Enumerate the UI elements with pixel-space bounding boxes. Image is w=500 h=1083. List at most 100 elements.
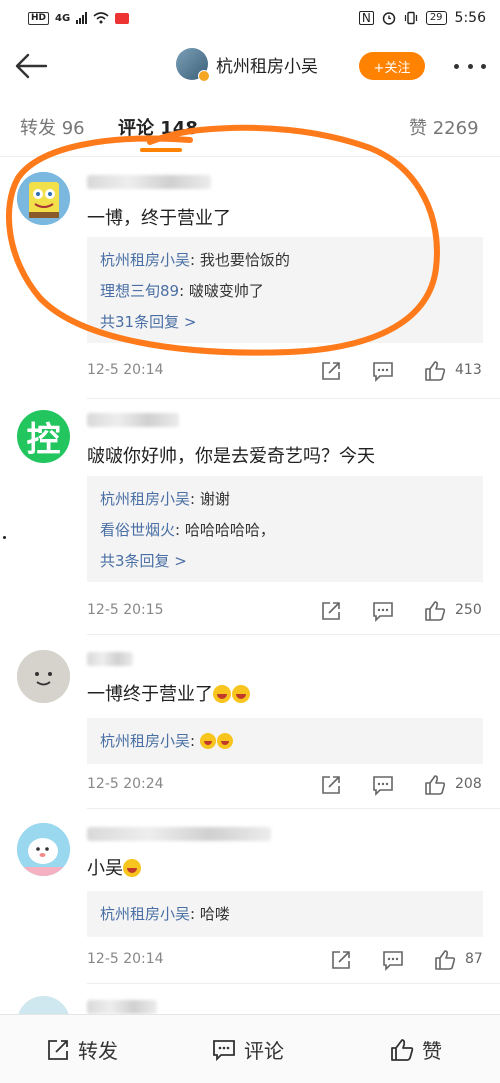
divider bbox=[87, 398, 500, 399]
like-count: 250 bbox=[455, 602, 482, 618]
reply-text: : bbox=[190, 732, 200, 750]
repost-icon[interactable] bbox=[320, 360, 342, 382]
tab-comments[interactable]: 评论 148 bbox=[118, 114, 198, 140]
like-count: 87 bbox=[465, 951, 483, 967]
reply-text: : 哈喽 bbox=[190, 905, 230, 923]
username-blurred bbox=[87, 175, 211, 189]
like-count: 413 bbox=[455, 362, 482, 378]
comment-footer: 12-5 20:14 87 bbox=[0, 947, 500, 975]
like-button[interactable]: 赞 bbox=[390, 1035, 442, 1064]
repost-button[interactable]: 转发 bbox=[46, 1035, 118, 1064]
comment-icon[interactable] bbox=[382, 949, 404, 971]
reply-author[interactable]: 理想三旬89 bbox=[100, 282, 179, 300]
reply-item: 看俗世烟火: 哈哈哈哈哈， bbox=[100, 515, 470, 546]
avatar[interactable] bbox=[17, 172, 70, 225]
repost-icon bbox=[48, 1039, 68, 1060]
laughing-emoji-icon bbox=[232, 685, 250, 703]
reply-author[interactable]: 杭州租房小吴 bbox=[100, 251, 190, 269]
like-icon[interactable] bbox=[434, 949, 456, 971]
reply-author[interactable]: 看俗世烟火 bbox=[100, 521, 175, 539]
back-arrow-icon[interactable] bbox=[14, 52, 48, 80]
comment-icon[interactable] bbox=[372, 600, 394, 622]
divider bbox=[87, 983, 500, 984]
tab-bar: 转发 96 评论 148 赞 2269 bbox=[0, 100, 500, 156]
page-title: 杭州租房小吴 bbox=[216, 56, 318, 77]
tab-likes[interactable]: 赞 2269 bbox=[409, 114, 479, 140]
reply-box[interactable]: 杭州租房小吴: bbox=[87, 718, 483, 764]
spongebob-icon bbox=[17, 172, 70, 225]
profile-header[interactable]: 杭州租房小吴 bbox=[176, 48, 318, 82]
like-icon[interactable] bbox=[424, 360, 446, 382]
reply-author[interactable]: 杭州租房小吴 bbox=[100, 490, 190, 508]
follow-button[interactable]: +关注 bbox=[359, 52, 425, 80]
hd-indicator: HD bbox=[28, 11, 50, 25]
like-icon[interactable] bbox=[424, 774, 446, 796]
like-count: 208 bbox=[455, 776, 482, 792]
wifi-icon bbox=[93, 12, 109, 24]
comment-time: 12-5 20:14 bbox=[87, 951, 164, 967]
comment-icon[interactable] bbox=[372, 360, 394, 382]
laughing-emoji-icon bbox=[123, 859, 141, 877]
reply-box[interactable]: 杭州租房小吴: 我也要恰饭的 理想三旬89: 啵啵变帅了 共31条回复 > bbox=[87, 237, 483, 343]
comment-icon bbox=[213, 1039, 235, 1061]
ghost-icon bbox=[17, 823, 70, 876]
reply-item: 杭州租房小吴: 哈喽 bbox=[100, 899, 470, 929]
reply-item: 杭州租房小吴: 谢谢 bbox=[100, 484, 470, 515]
alarm-icon bbox=[382, 12, 396, 25]
username-blurred bbox=[87, 652, 133, 666]
clock: 5:56 bbox=[454, 10, 486, 26]
avatar[interactable] bbox=[17, 650, 70, 703]
avatar[interactable] bbox=[176, 48, 210, 82]
comment-button[interactable]: 评论 bbox=[212, 1035, 284, 1064]
stray-mark bbox=[3, 536, 6, 539]
comment-text-content: 一博终于营业了 bbox=[87, 684, 213, 705]
reply-item: 杭州租房小吴: 我也要恰饭的 bbox=[100, 245, 470, 276]
reply-text: : 啵啵变帅了 bbox=[179, 282, 264, 300]
comment-label: 评论 bbox=[244, 1039, 284, 1063]
reply-text: : 哈哈哈哈哈， bbox=[175, 521, 275, 539]
signal-icon bbox=[76, 12, 88, 24]
smiley-icon bbox=[17, 650, 70, 703]
comment-icon[interactable] bbox=[372, 774, 394, 796]
comment-text: 啵啵你好帅，你是去爱奇艺吗？今天 bbox=[87, 446, 375, 467]
avatar[interactable] bbox=[17, 823, 70, 876]
nfc-icon: N bbox=[358, 11, 374, 25]
laughing-emoji-icon bbox=[213, 685, 231, 703]
tab-repost[interactable]: 转发 96 bbox=[20, 114, 85, 140]
repost-icon[interactable] bbox=[330, 949, 352, 971]
reply-box[interactable]: 杭州租房小吴: 哈喽 bbox=[87, 891, 483, 937]
username-blurred bbox=[87, 1000, 157, 1014]
divider bbox=[87, 808, 500, 809]
reply-item: 理想三旬89: 啵啵变帅了 bbox=[100, 276, 470, 307]
avatar[interactable]: 控 bbox=[17, 410, 70, 463]
repost-icon[interactable] bbox=[320, 774, 342, 796]
comment-text-content: 小吴 bbox=[87, 858, 123, 879]
laughing-emoji-icon bbox=[199, 733, 216, 749]
header: 杭州租房小吴 +关注 bbox=[0, 36, 500, 96]
like-label: 赞 bbox=[422, 1039, 442, 1063]
network-indicator: 4G bbox=[55, 12, 71, 24]
avatar-character: 控 bbox=[26, 420, 61, 460]
vibrate-icon bbox=[404, 11, 417, 25]
like-icon bbox=[391, 1038, 414, 1061]
comment-footer: 12-5 20:15 250 bbox=[0, 598, 500, 626]
username-blurred bbox=[87, 413, 179, 427]
reply-author[interactable]: 杭州租房小吴 bbox=[100, 905, 190, 923]
comment-footer: 12-5 20:14 413 bbox=[0, 358, 500, 386]
view-all-replies-link[interactable]: 共3条回复 > bbox=[100, 546, 470, 577]
more-icon[interactable] bbox=[450, 54, 490, 78]
reply-item: 杭州租房小吴: bbox=[100, 726, 470, 756]
verified-icon bbox=[198, 70, 210, 82]
comment-time: 12-5 20:24 bbox=[87, 776, 164, 792]
like-icon[interactable] bbox=[424, 600, 446, 622]
reply-box[interactable]: 杭州租房小吴: 谢谢 看俗世烟火: 哈哈哈哈哈， 共3条回复 > bbox=[87, 476, 483, 582]
repost-icon[interactable] bbox=[320, 600, 342, 622]
bottom-action-bar: 转发 评论 赞 bbox=[0, 1014, 500, 1083]
reply-text: : 我也要恰饭的 bbox=[190, 251, 290, 269]
active-tab-indicator bbox=[140, 148, 182, 152]
reply-author[interactable]: 杭州租房小吴 bbox=[100, 732, 190, 750]
view-all-replies-link[interactable]: 共31条回复 > bbox=[100, 307, 470, 338]
comment-text: 小吴 bbox=[87, 854, 142, 880]
comment-time: 12-5 20:14 bbox=[87, 362, 164, 378]
divider bbox=[0, 156, 500, 157]
